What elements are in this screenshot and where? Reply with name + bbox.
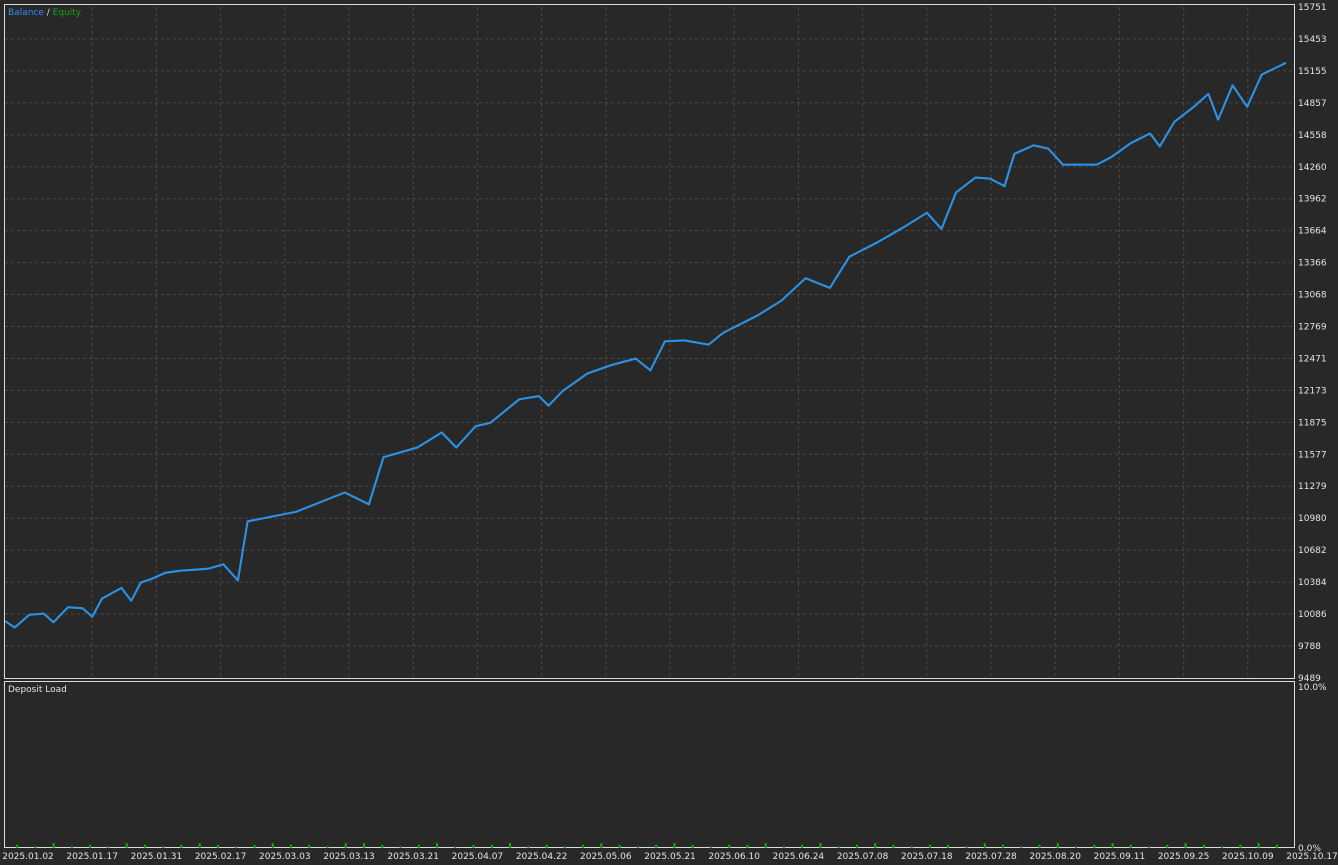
x-tick-label: 2025.02.17 (195, 852, 247, 862)
y-tick-label: 15155 (1298, 67, 1327, 77)
x-tick-label: 2025.10.17 (1286, 852, 1338, 862)
legend-equity: Equity (53, 8, 82, 18)
x-tick-label: 2025.05.21 (644, 852, 696, 862)
y-tick-label: 11577 (1298, 450, 1327, 460)
y-tick-label: 10384 (1298, 578, 1327, 588)
x-tick-label: 2025.05.06 (580, 852, 632, 862)
x-tick-label: 2025.04.07 (452, 852, 504, 862)
y-tick-label: 13068 (1298, 290, 1327, 300)
y-tick-label: 14558 (1298, 131, 1327, 141)
y-tick-label: 12173 (1298, 386, 1327, 396)
y-tick-label: 14857 (1298, 99, 1327, 109)
y-tick-label: 13366 (1298, 259, 1327, 269)
x-tick-label: 2025.07.08 (837, 852, 889, 862)
x-tick-label: 2025.09.11 (1094, 852, 1146, 862)
y-tick-label: 10682 (1298, 546, 1327, 556)
legend: Balance / Equity (8, 8, 82, 18)
deposit-panel-title: Deposit Load (8, 685, 67, 695)
y-tick-label: 15751 (1298, 3, 1327, 13)
y-tick-label: 11875 (1298, 418, 1327, 428)
x-tick-label: 2025.03.13 (323, 852, 375, 862)
x-tick-label: 2025.06.10 (708, 852, 760, 862)
x-tick-label: 2025.09.25 (1158, 852, 1210, 862)
x-tick-label: 2025.07.18 (901, 852, 953, 862)
equity-chart: 15751 15453 15155 14857 14558 14260 13962 13664… (0, 0, 1338, 865)
x-tick-label: 2025.03.03 (259, 852, 311, 862)
x-tick-label: 2025.06.24 (773, 852, 825, 862)
legend-separator: / (44, 8, 53, 18)
x-tick-label: 2025.01.02 (2, 852, 54, 862)
y-tick-label: 11279 (1298, 482, 1327, 492)
x-tick-label: 2025.01.31 (131, 852, 183, 862)
x-axis: 2025.01.02 2025.01.17 2025.01.31 2025.02.17… (2, 852, 1338, 862)
y-tick-label: 14260 (1298, 163, 1327, 173)
chart-background (0, 0, 1338, 865)
y-tick-label: 12769 (1298, 323, 1327, 333)
x-tick-label: 2025.01.17 (66, 852, 118, 862)
x-tick-label: 2025.10.09 (1222, 852, 1274, 862)
y-tick-label: 15453 (1298, 35, 1327, 45)
y-tick-label: 10086 (1298, 610, 1327, 620)
x-tick-label: 2025.03.21 (387, 852, 439, 862)
y-tick-label: 10980 (1298, 514, 1327, 524)
y-tick-label: 13664 (1298, 227, 1327, 237)
y-tick-label: 12471 (1298, 354, 1327, 364)
x-tick-label: 2025.04.22 (516, 852, 568, 862)
x-tick-label: 2025.07.28 (965, 852, 1017, 862)
deposit-y-tick-label: 10.0% (1298, 683, 1327, 693)
x-tick-label: 2025.08.20 (1029, 852, 1081, 862)
y-tick-label: 13962 (1298, 195, 1327, 205)
legend-balance: Balance (8, 8, 44, 18)
y-tick-label: 9788 (1298, 642, 1321, 652)
